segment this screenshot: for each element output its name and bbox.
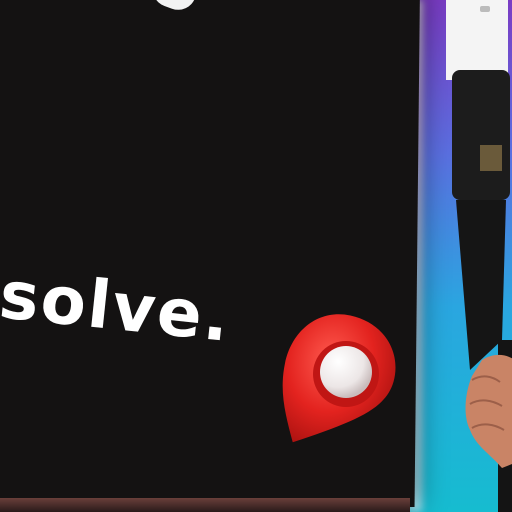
video-frame: solve.: [0, 0, 512, 512]
hand: [465, 354, 512, 468]
board-edge: [0, 498, 410, 512]
location-pin-icon: [282, 314, 396, 443]
